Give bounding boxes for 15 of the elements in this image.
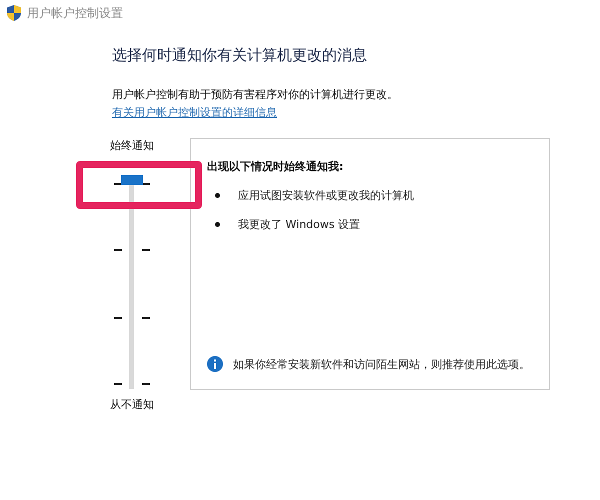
shield-icon	[7, 5, 21, 21]
details-link[interactable]: 有关用户帐户控制设置的详细信息	[112, 105, 277, 120]
window-title: 用户帐户控制设置	[27, 4, 123, 22]
slider-thumb[interactable]	[121, 175, 143, 185]
description-text: 用户帐户控制有助于预防有害程序对你的计算机进行更改。	[112, 87, 399, 102]
slider-bottom-label: 从不通知	[110, 397, 154, 412]
bullet-icon	[215, 222, 220, 227]
bullet-icon	[215, 193, 220, 198]
slider-top-label: 始终通知	[110, 138, 154, 153]
bullet-text: 我更改了 Windows 设置	[238, 217, 360, 232]
bullet-text: 应用试图安装软件或更改我的计算机	[238, 188, 414, 203]
note-text: 如果你经常安装新软件和访问陌生网站，则推荐使用此选项。	[233, 357, 531, 373]
info-icon	[207, 356, 223, 372]
page-heading: 选择何时通知你有关计算机更改的消息	[112, 46, 368, 65]
panel-title: 出现以下情况时始终通知我:	[207, 159, 344, 174]
